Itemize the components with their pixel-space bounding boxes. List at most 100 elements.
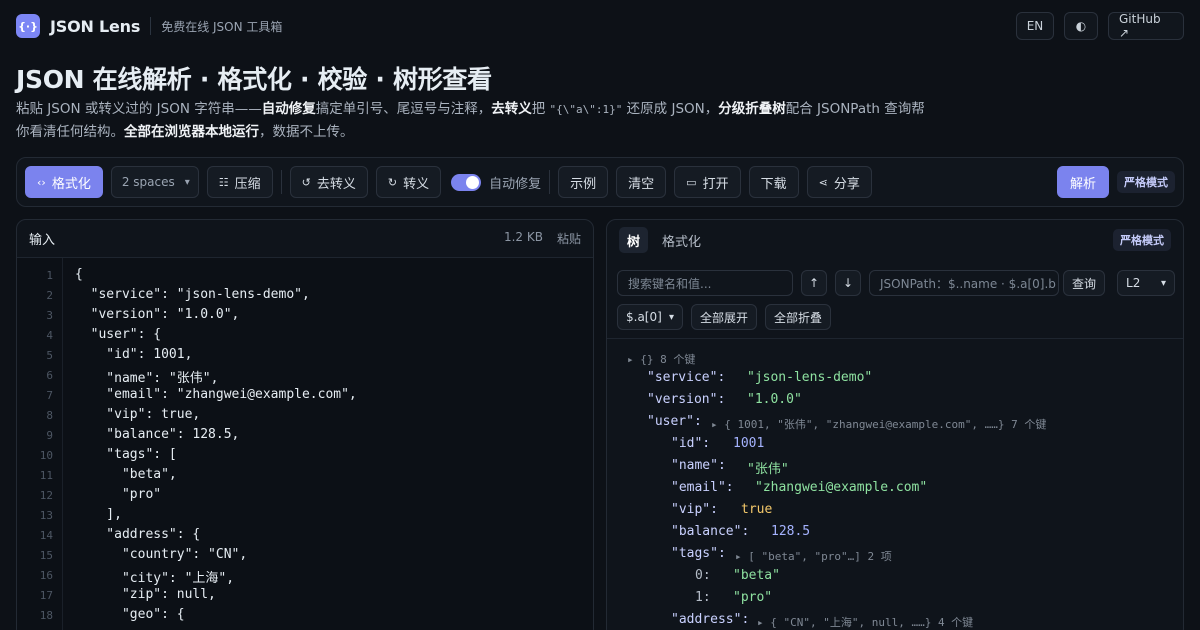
code-line: "id": 1001, [75,347,193,362]
line-number: 11 [39,469,53,482]
code-line: "name": "张伟", [75,371,219,386]
tree-search-input[interactable]: 搜索键名和值... [617,270,793,296]
expand-all-button[interactable]: 全部展开 [691,304,758,330]
tree-panel-header: 树 格式化 严格模式 [607,220,1183,260]
jsonpath-input[interactable]: JSONPath：$..name · $.a[0].b [869,270,1059,296]
line-number-gutter: 1 2 3 4 5 6 7 8 9 10 11 12 13 14 15 16 1… [17,258,63,630]
code-line: "user": { [75,327,162,342]
paste-button[interactable]: 粘贴 [557,230,581,247]
desc-code-sample: "{\"a\":1}" [549,103,623,116]
code-line: "version": "1.0.0", [75,307,240,322]
code-line: "address": { [75,527,201,542]
tree-key[interactable]: "user": [647,414,702,429]
line-number: 13 [39,509,53,522]
tree-array-summary[interactable]: ▸ [ "beta", "pro"…] 2 项 [735,548,892,564]
brand-name: JSON Lens [50,16,141,36]
collapse-all-button[interactable]: 全部折叠 [765,304,832,330]
indent-select[interactable]: 2 spaces ▾ [110,166,199,198]
tree-key[interactable]: "address": [671,612,749,627]
clear-button[interactable]: 清空 [616,166,667,198]
folder-icon: ▭ [686,175,697,189]
toolbar-right: 解析 严格模式 [1056,166,1175,198]
language-toggle-button[interactable]: EN [1016,12,1054,40]
path-value: $.a[0] [626,310,662,324]
github-link[interactable]: GitHub ↗ [1108,12,1184,40]
download-button[interactable]: 下载 [748,166,799,198]
tree-key[interactable]: "tags": [671,546,726,561]
header-actions: EN ◐ GitHub ↗ [1016,12,1184,40]
example-label: 示例 [570,176,597,192]
autofix-switch[interactable] [451,173,482,191]
app-header: {·} JSON Lens 免费在线 JSON 工具箱 EN ◐ GitHub … [0,0,1200,52]
line-number: 17 [39,589,53,602]
strict-mode-badge[interactable]: 严格模式 [1113,229,1171,251]
example-button[interactable]: 示例 [558,166,609,198]
unescape-button[interactable]: ↺ 去转义 [289,166,368,198]
json-editor[interactable]: 1 2 3 4 5 6 7 8 9 10 11 12 13 14 15 16 1… [17,258,593,630]
tree-value-number: 1001 [733,436,765,451]
tree-controls-row: $.a[0] ▾ 全部展开 全部折叠 [617,304,832,330]
line-number: 10 [39,449,53,462]
view-tabs: 树 格式化 [619,227,709,253]
input-panel-header: 输入 1.2 KB 粘贴 [17,220,593,258]
tree-root-node[interactable]: ▸ {} 8 个键 [627,351,695,367]
input-panel: 输入 1.2 KB 粘贴 1 2 3 4 5 6 7 8 9 10 11 12 … [16,219,594,630]
format-label: 格式化 [51,176,91,192]
page-title: JSON 在线解析 · 格式化 · 校验 · 树形查看 [16,65,492,94]
tree-value-string: "张伟" [747,462,789,477]
undo-arrow-icon: ↺ [301,175,311,189]
code-line: "tags": [ [75,447,177,462]
line-number: 2 [46,289,53,302]
line-number: 9 [46,429,53,442]
parse-button[interactable]: 解析 [1056,166,1109,198]
desc-text-4: 还原成 JSON， [622,101,719,117]
share-label: 分享 [833,176,860,192]
path-select[interactable]: $.a[0] ▾ [617,304,683,330]
prev-match-button[interactable]: ↑ [801,270,827,296]
level-select[interactable]: L2 ▾ [1117,270,1176,296]
strict-mode-toggle[interactable]: 严格模式 [1117,171,1175,193]
brand-divider [150,17,152,35]
line-number: 18 [39,609,53,622]
tree-panel: 树 格式化 严格模式 搜索键名和值... ↑ ↓ JSONPath：$..nam… [606,219,1184,630]
input-panel-title: 输入 [29,233,56,248]
code-line: "country": "CN", [75,547,248,562]
brand-subtitle: 免费在线 JSON 工具箱 [161,19,283,34]
code-line: "balance": 128.5, [75,427,240,442]
tab-formatted[interactable]: 格式化 [654,227,709,253]
code-line: "email": "zhangwei@example.com", [75,387,357,402]
next-match-button[interactable]: ↓ [835,270,861,296]
minify-button[interactable]: ☷ 压缩 [206,166,273,198]
open-label: 打开 [702,176,729,192]
tree-key: "id": [671,436,711,451]
tree-object-summary[interactable]: ▸ { 1001, "张伟", "zhangwei@example.com", … [711,416,1046,432]
autofix-label: 自动修复 [489,176,542,192]
share-button[interactable]: ⋖ 分享 [806,166,872,198]
theme-toggle-icon[interactable]: ◐ [1064,12,1098,40]
line-number: 16 [39,569,53,582]
tree-divider [607,338,1183,339]
code-line: "vip": true, [75,407,201,422]
format-button[interactable]: ‹› 格式化 [25,166,103,198]
tree-key: "vip": [671,502,718,517]
line-number: 1 [46,269,53,282]
tree-key: "name": [671,458,726,473]
tree-value-string: "beta" [733,568,780,583]
autofix-toggle[interactable]: 自动修复 [451,173,541,192]
tree-object-summary[interactable]: ▸ { "CN", "上海", null, ……} 4 个键 [757,614,973,630]
escape-label: 转义 [403,176,430,192]
indent-value: 2 spaces [121,175,175,189]
line-number: 12 [39,489,53,502]
open-file-button[interactable]: ▭ 打开 [674,166,741,198]
page-description: 粘贴 JSON 或转义过的 JSON 字符串——自动修复搞定单引号、尾逗号与注释… [16,98,936,143]
code-line: ], [75,507,122,522]
tree-key: "version": [647,392,726,407]
line-number: 7 [46,389,53,402]
query-button[interactable]: 查询 [1063,270,1106,296]
chevron-down-icon: ▾ [1160,277,1167,289]
escape-button[interactable]: ↻ 转义 [375,166,442,198]
tab-tree[interactable]: 树 [619,227,649,253]
desc-text-3: 把 [531,101,550,117]
desc-text-1: 粘贴 JSON 或转义过的 JSON 字符串—— [16,101,262,117]
toolbar-divider [549,170,551,194]
